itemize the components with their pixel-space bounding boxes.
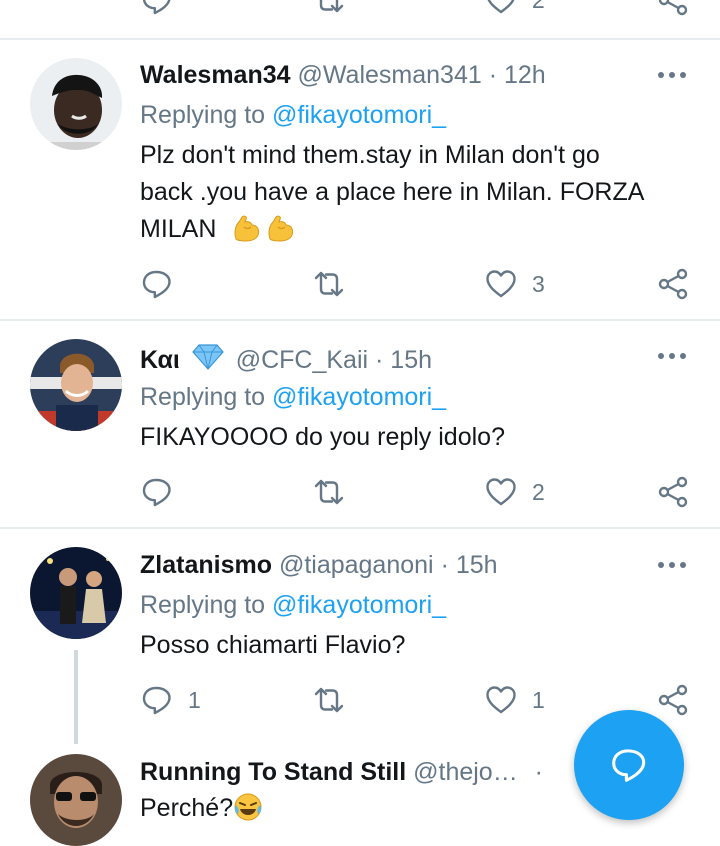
retweet-icon [312, 267, 346, 301]
retweet-button[interactable] [312, 683, 346, 717]
tweet-text: Plz don't mind them.stay in Milan don't … [140, 137, 700, 248]
separator: · [375, 346, 384, 374]
share-icon [656, 475, 690, 509]
tweet-text-line: Posso chiamarti Flavio? [140, 631, 406, 659]
like-icon [484, 0, 518, 17]
flexed-biceps-emoji [231, 213, 261, 243]
reply-button[interactable] [140, 267, 174, 301]
like-count: 2 [532, 478, 545, 505]
handle[interactable]: @tiapaganoni [279, 551, 434, 579]
replying-to: Replying to @fikayotomori_ [140, 591, 447, 619]
retweet-icon [312, 475, 346, 509]
share-icon [656, 683, 690, 717]
reply-icon [140, 683, 174, 717]
flexed-biceps-emoji [265, 213, 295, 243]
timestamp[interactable]: 15h [390, 346, 432, 374]
display-name[interactable]: Walesman34 [140, 61, 291, 89]
handle[interactable]: @Walesman341 [298, 61, 482, 89]
retweet-button[interactable] [312, 475, 346, 509]
timestamp[interactable]: 12h [504, 61, 546, 89]
top-retweet-button[interactable] [312, 0, 346, 17]
like-button[interactable]: 2 [484, 475, 545, 509]
tweet-header: Running To Stand Still @thejo… · [140, 757, 543, 787]
reply-button[interactable]: 1 [140, 683, 201, 717]
verified-diamond-icon [191, 344, 224, 370]
like-button[interactable]: 3 [484, 267, 545, 301]
more-icon[interactable] [656, 350, 688, 362]
like-count: 1 [532, 686, 545, 713]
like-count: 2 [532, 0, 545, 14]
share-icon [656, 0, 690, 17]
mention-link[interactable]: @fikayotomori_ [272, 383, 446, 411]
display-name[interactable]: Running To Stand Still [140, 758, 406, 786]
avatar[interactable] [30, 547, 122, 639]
tweet-text: Posso chiamarti Flavio? [140, 627, 700, 664]
timestamp[interactable]: 15h [456, 551, 498, 579]
divider [0, 319, 720, 321]
display-name[interactable]: Zlatanismo [140, 551, 272, 579]
share-button[interactable] [656, 475, 690, 509]
reply-icon [140, 475, 174, 509]
more-icon[interactable] [656, 559, 688, 571]
retweet-button[interactable] [312, 267, 346, 301]
mention-link[interactable]: @fikayotomori_ [272, 591, 446, 619]
retweet-icon [312, 0, 346, 17]
separator: · [534, 758, 543, 786]
like-count: 3 [532, 270, 545, 297]
handle[interactable]: @thejo… [413, 758, 518, 786]
reply-icon [140, 267, 174, 301]
tweet-header: Zlatanismo @tiapaganoni · 15h [140, 550, 498, 580]
retweet-icon [312, 683, 346, 717]
reply-button[interactable] [140, 475, 174, 509]
display-name[interactable]: Και [140, 346, 180, 374]
tweet-header: Walesman34 @Walesman341 · 12h [140, 60, 546, 90]
more-icon[interactable] [656, 69, 688, 81]
like-icon [484, 267, 518, 301]
share-icon [656, 267, 690, 301]
mention-link[interactable]: @fikayotomori_ [272, 101, 446, 129]
handle[interactable]: @CFC_Kaii [236, 346, 368, 374]
tweet-text-line: back .you have a place here in Milan. FO… [140, 178, 645, 206]
like-button[interactable]: 1 [484, 683, 545, 717]
reply-icon [140, 0, 174, 17]
tweet-text-line: Plz don't mind them.stay in Milan don't … [140, 141, 600, 169]
separator: · [488, 61, 498, 89]
divider [0, 527, 720, 529]
compose-icon [612, 749, 646, 782]
share-button[interactable] [656, 267, 690, 301]
like-icon [484, 475, 518, 509]
tweet-text-line: FIKAYOOOO do you reply idolo? [140, 423, 505, 451]
like-icon [484, 683, 518, 717]
top-reply-button[interactable] [140, 0, 174, 17]
thread-connector [74, 650, 78, 744]
avatar[interactable] [30, 754, 122, 846]
laughing-crying-emoji [234, 793, 262, 821]
tweet-header: Και @CFC_Kaii · 15h [140, 341, 432, 375]
tweet-text-line: MILAN [140, 215, 217, 243]
reply-count: 1 [188, 686, 201, 713]
tweet-text-line: Perché? [140, 794, 234, 822]
compose-reply-button[interactable] [574, 710, 684, 820]
replying-to: Replying to @fikayotomori_ [140, 101, 447, 129]
replying-to: Replying to @fikayotomori_ [140, 383, 447, 411]
avatar[interactable] [30, 339, 122, 431]
share-button[interactable] [656, 683, 690, 717]
tweet-text: FIKAYOOOO do you reply idolo? [140, 419, 700, 456]
top-like-button[interactable]: 2 [484, 0, 545, 17]
separator: · [440, 551, 449, 579]
top-share-button[interactable] [656, 0, 690, 17]
divider [0, 38, 720, 40]
avatar[interactable] [30, 58, 122, 150]
